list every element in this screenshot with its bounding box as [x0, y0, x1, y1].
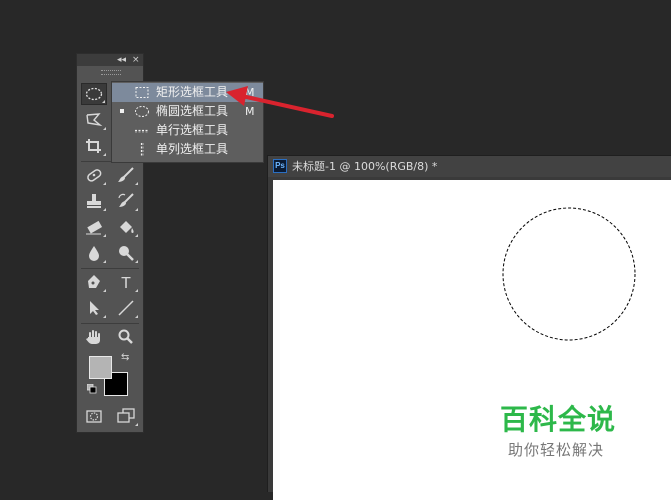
type-icon: T [121, 275, 131, 290]
collapse-icon[interactable]: ◂◂ [117, 54, 126, 66]
close-icon[interactable]: × [132, 54, 140, 66]
arrow-cursor-icon [90, 301, 99, 315]
elliptical-marquee-tool[interactable] [81, 83, 107, 105]
annotation-arrow [226, 86, 334, 118]
dodge-tool[interactable] [113, 242, 139, 264]
pen-icon [88, 275, 100, 288]
screen-mode[interactable] [113, 405, 139, 427]
svg-text:T: T [121, 275, 131, 290]
path-selection-tool[interactable] [81, 297, 107, 319]
rect-marquee-icon [135, 87, 149, 98]
bandage-icon [87, 169, 102, 182]
watermark-slogan: 助你轻松解决 [508, 441, 605, 459]
flyout-item-label: 椭圆选框工具 [156, 104, 229, 118]
clone-stamp-tool[interactable] [81, 190, 107, 212]
flyout-item-single-column-marquee[interactable]: 单列选框工具 [112, 140, 263, 159]
bucket-icon [120, 221, 134, 233]
document-title: 未标题-1 @ 100%(RGB/8) * [292, 160, 438, 173]
history-brush-icon [118, 193, 134, 207]
default-colors-icon[interactable] [87, 384, 97, 394]
brush-tool[interactable] [113, 164, 139, 186]
eraser-icon [86, 220, 103, 235]
ellipse-marquee-icon [135, 106, 149, 117]
ellipse-dashed-icon [85, 87, 103, 101]
hand-tool[interactable] [81, 326, 107, 348]
polygonal-lasso-tool[interactable] [81, 109, 107, 131]
drop-icon [89, 246, 99, 261]
flyout-item-label: 矩形选框工具 [156, 85, 229, 99]
line-icon [118, 300, 134, 316]
magnifier-icon [118, 329, 133, 344]
stamp-icon [87, 194, 101, 208]
type-tool[interactable]: T [113, 271, 139, 293]
crop-tool[interactable] [81, 135, 107, 157]
blur-tool[interactable] [81, 242, 107, 264]
lasso-icon [86, 113, 103, 127]
photoshop-logo-icon: Ps [273, 159, 287, 173]
flyout-item-label: 单行选框工具 [156, 123, 229, 137]
hand-icon [86, 330, 100, 344]
dodge-icon [119, 246, 134, 261]
line-tool[interactable] [113, 297, 139, 319]
pen-tool[interactable] [81, 271, 107, 293]
current-tool-indicator [120, 109, 124, 113]
foreground-color-swatch[interactable] [89, 356, 112, 379]
document-window: Ps 未标题-1 @ 100%(RGB/8) * [267, 155, 671, 500]
zoom-tool[interactable] [113, 326, 139, 348]
brush-icon [118, 167, 134, 182]
quick-mask-icon [86, 410, 102, 423]
document-tab[interactable]: Ps 未标题-1 @ 100%(RGB/8) * [268, 156, 671, 177]
single-column-marquee-icon [140, 143, 144, 156]
single-row-marquee-icon [135, 129, 149, 133]
screen-mode-icon [117, 408, 135, 423]
crop-icon [86, 139, 101, 153]
tools-panel-header[interactable]: ◂◂ × [77, 54, 143, 66]
history-brush-tool[interactable] [113, 190, 139, 212]
watermark-brand: 百科全说 [500, 403, 617, 436]
swap-colors-icon[interactable]: ⇆ [121, 352, 129, 363]
document-canvas[interactable] [273, 180, 671, 500]
flyout-item-label: 单列选框工具 [156, 142, 229, 156]
eraser-tool[interactable] [81, 216, 107, 238]
elliptical-selection[interactable] [501, 206, 637, 342]
paint-bucket-tool[interactable] [113, 216, 139, 238]
panel-grip[interactable] [101, 70, 121, 75]
quick-mask-mode[interactable] [81, 405, 107, 427]
spot-healing-tool[interactable] [81, 164, 107, 186]
